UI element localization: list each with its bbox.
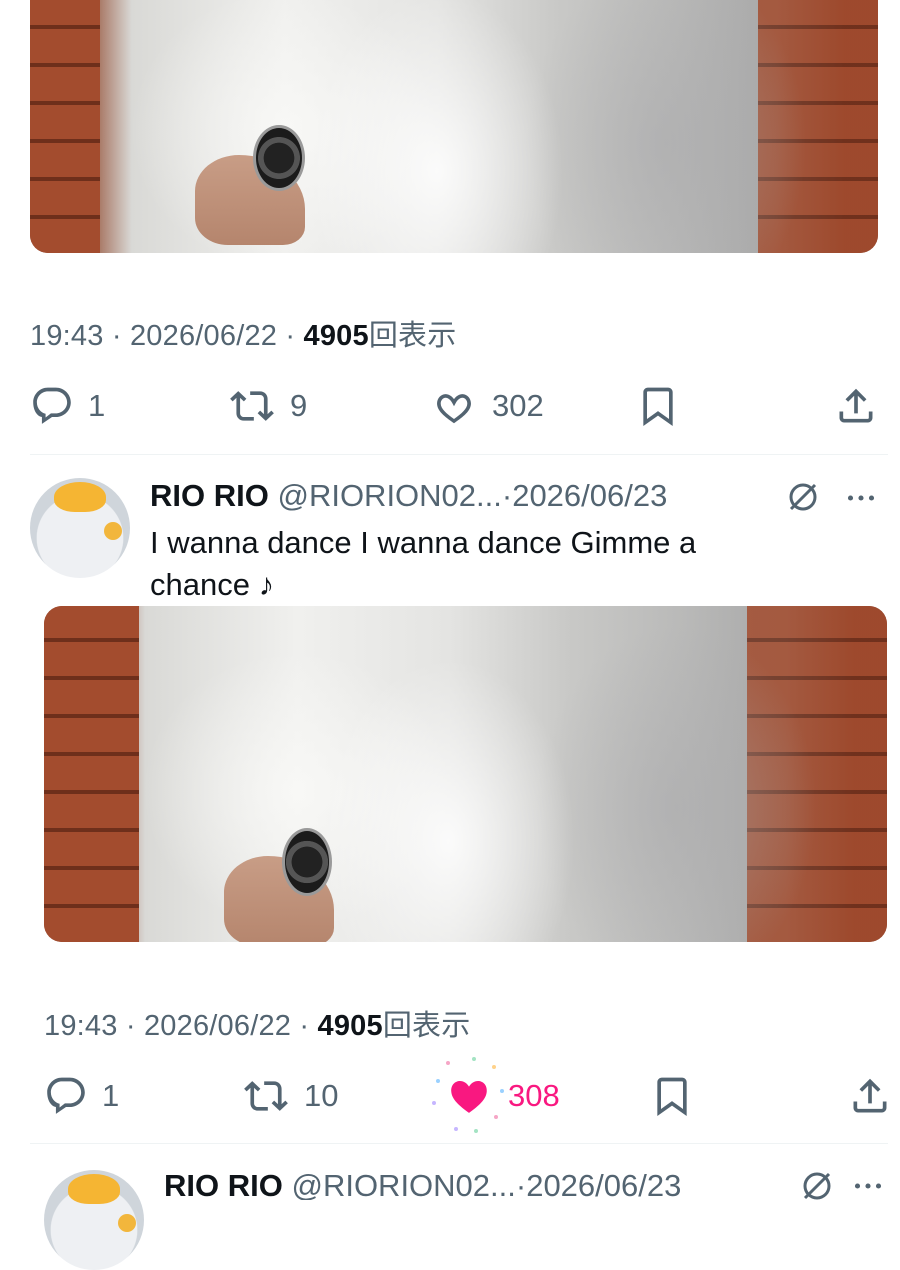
tweet1-actions: 1 9 302 [30, 381, 880, 431]
tweet3-handle[interactable]: @RIORION02... [291, 1168, 515, 1200]
tweet2-header: RIO RIO @RIORION02...·2026/06/23 [150, 478, 668, 513]
tweet1-like-count: 302 [492, 388, 544, 423]
bookmark-icon [643, 387, 673, 427]
tweet2-actions: 1 10 308 [44, 1057, 894, 1133]
like-burst [432, 1057, 504, 1133]
tweet1-views-label: 回表示 [368, 320, 457, 352]
tweet3-more-button[interactable] [850, 1168, 886, 1200]
tweet1-repost-count: 9 [290, 388, 308, 423]
tweet2-reply-button[interactable]: 1 [44, 1071, 119, 1121]
tweet2-repost-count: 10 [304, 1078, 339, 1113]
tweet2-text: I wanna dance I wanna dance Gimme a chan… [150, 522, 696, 598]
grok-icon [803, 1172, 831, 1200]
tweet1-repost-button[interactable]: 9 [228, 381, 307, 431]
tweet1-date[interactable]: 2026/06/22 [130, 320, 277, 352]
tweet1-bookmark-button[interactable] [636, 381, 680, 431]
tweet1-views-count: 4905 [303, 320, 369, 352]
tweet1-share-button[interactable] [834, 381, 878, 431]
tweet3-avatar[interactable] [44, 1170, 144, 1270]
tweet2-display-name[interactable]: RIO RIO [150, 478, 269, 513]
share-icon [853, 1078, 887, 1113]
tweet2-handle[interactable]: @RIORION02... [277, 478, 501, 513]
tweet-divider [30, 1143, 888, 1144]
tweet2-time[interactable]: 19:43 [44, 1010, 118, 1042]
tweet2-text-line1: I wanna dance I wanna dance Gimme a [150, 525, 697, 560]
tweet2-grok-button[interactable] [785, 479, 821, 520]
tweet2-like-button[interactable]: 308 [432, 1057, 560, 1133]
tweet1-meta: 19:43 · 2026/06/22 · 4905回表示 [30, 320, 457, 352]
tweet3-date[interactable]: 2026/06/23 [526, 1168, 681, 1200]
tweet1-media-image[interactable] [30, 0, 878, 253]
tweet2-repost-button[interactable]: 10 [242, 1071, 338, 1121]
tweet1-like-button[interactable]: 302 [430, 381, 544, 431]
tweet2-share-button[interactable] [848, 1071, 892, 1121]
tweet2-reply-count: 1 [102, 1078, 120, 1113]
tweet3-header: RIO RIO @RIORION02...·2026/06/23 [164, 1168, 681, 1200]
tweet2-meta-date[interactable]: 2026/06/22 [144, 1010, 291, 1042]
tweet2-views-label: 回表示 [382, 1010, 471, 1042]
tweet2-bookmark-button[interactable] [650, 1071, 694, 1121]
tweet1-time[interactable]: 19:43 [30, 320, 104, 352]
tweet2-views-count: 4905 [317, 1010, 383, 1042]
more-icon [847, 495, 875, 501]
repost-icon [244, 1081, 288, 1111]
reply-icon [47, 1077, 85, 1114]
tweet1-reply-button[interactable]: 1 [30, 381, 105, 431]
tweet3-grok-button[interactable] [799, 1168, 835, 1200]
tweet2-text-line2: chance ♪ [150, 567, 275, 598]
tweet-divider [30, 454, 888, 455]
reply-icon [33, 387, 71, 424]
grok-icon [789, 483, 817, 511]
tweet1-reply-count: 1 [88, 388, 106, 423]
tweet3-display-name[interactable]: RIO RIO [164, 1168, 283, 1200]
tweet2-like-count: 308 [508, 1078, 560, 1113]
tweet2-avatar[interactable] [30, 478, 130, 578]
more-icon [854, 1183, 882, 1189]
bookmark-icon [657, 1077, 687, 1117]
like-icon [451, 1081, 487, 1113]
tweet2-media-image[interactable] [44, 606, 887, 942]
share-icon [839, 388, 873, 423]
tweet2-meta: 19:43 · 2026/06/22 · 4905回表示 [44, 1010, 471, 1042]
tweet2-more-button[interactable] [843, 480, 879, 521]
repost-icon [230, 391, 274, 421]
like-icon [437, 394, 471, 424]
tweet2-date[interactable]: 2026/06/23 [512, 478, 667, 513]
